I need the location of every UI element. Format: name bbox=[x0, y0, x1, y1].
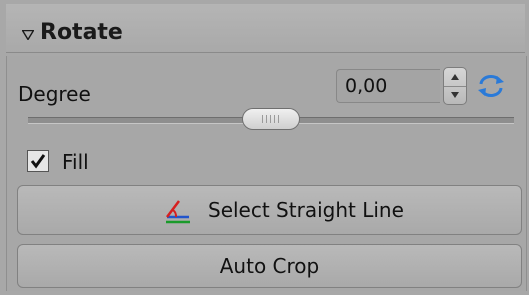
spin-down-button[interactable] bbox=[444, 86, 466, 104]
section-title: Rotate bbox=[40, 20, 123, 45]
degree-input[interactable] bbox=[336, 69, 440, 103]
refresh-arrows-icon[interactable] bbox=[476, 72, 506, 100]
degree-slider-thumb[interactable] bbox=[242, 108, 300, 130]
degree-label: Degree bbox=[18, 82, 91, 106]
auto-crop-button[interactable]: Auto Crop bbox=[17, 244, 522, 288]
auto-crop-label: Auto Crop bbox=[219, 254, 320, 278]
rotate-panel: Rotate Degree Fill bbox=[0, 0, 529, 295]
select-straight-line-button[interactable]: Select Straight Line bbox=[17, 185, 522, 235]
select-straight-line-label: Select Straight Line bbox=[208, 198, 404, 222]
triangle-down-icon[interactable] bbox=[22, 30, 34, 40]
section-header[interactable]: Rotate bbox=[6, 4, 525, 53]
degree-spinner[interactable] bbox=[443, 67, 467, 105]
spin-up-icon bbox=[451, 74, 459, 80]
straight-line-angle-icon bbox=[166, 200, 190, 224]
checkmark-icon bbox=[30, 154, 46, 169]
fill-label: Fill bbox=[62, 150, 89, 174]
slider-grip bbox=[262, 115, 280, 123]
fill-checkbox[interactable] bbox=[27, 150, 49, 172]
spin-up-button[interactable] bbox=[444, 68, 466, 87]
spin-down-icon bbox=[451, 92, 459, 98]
